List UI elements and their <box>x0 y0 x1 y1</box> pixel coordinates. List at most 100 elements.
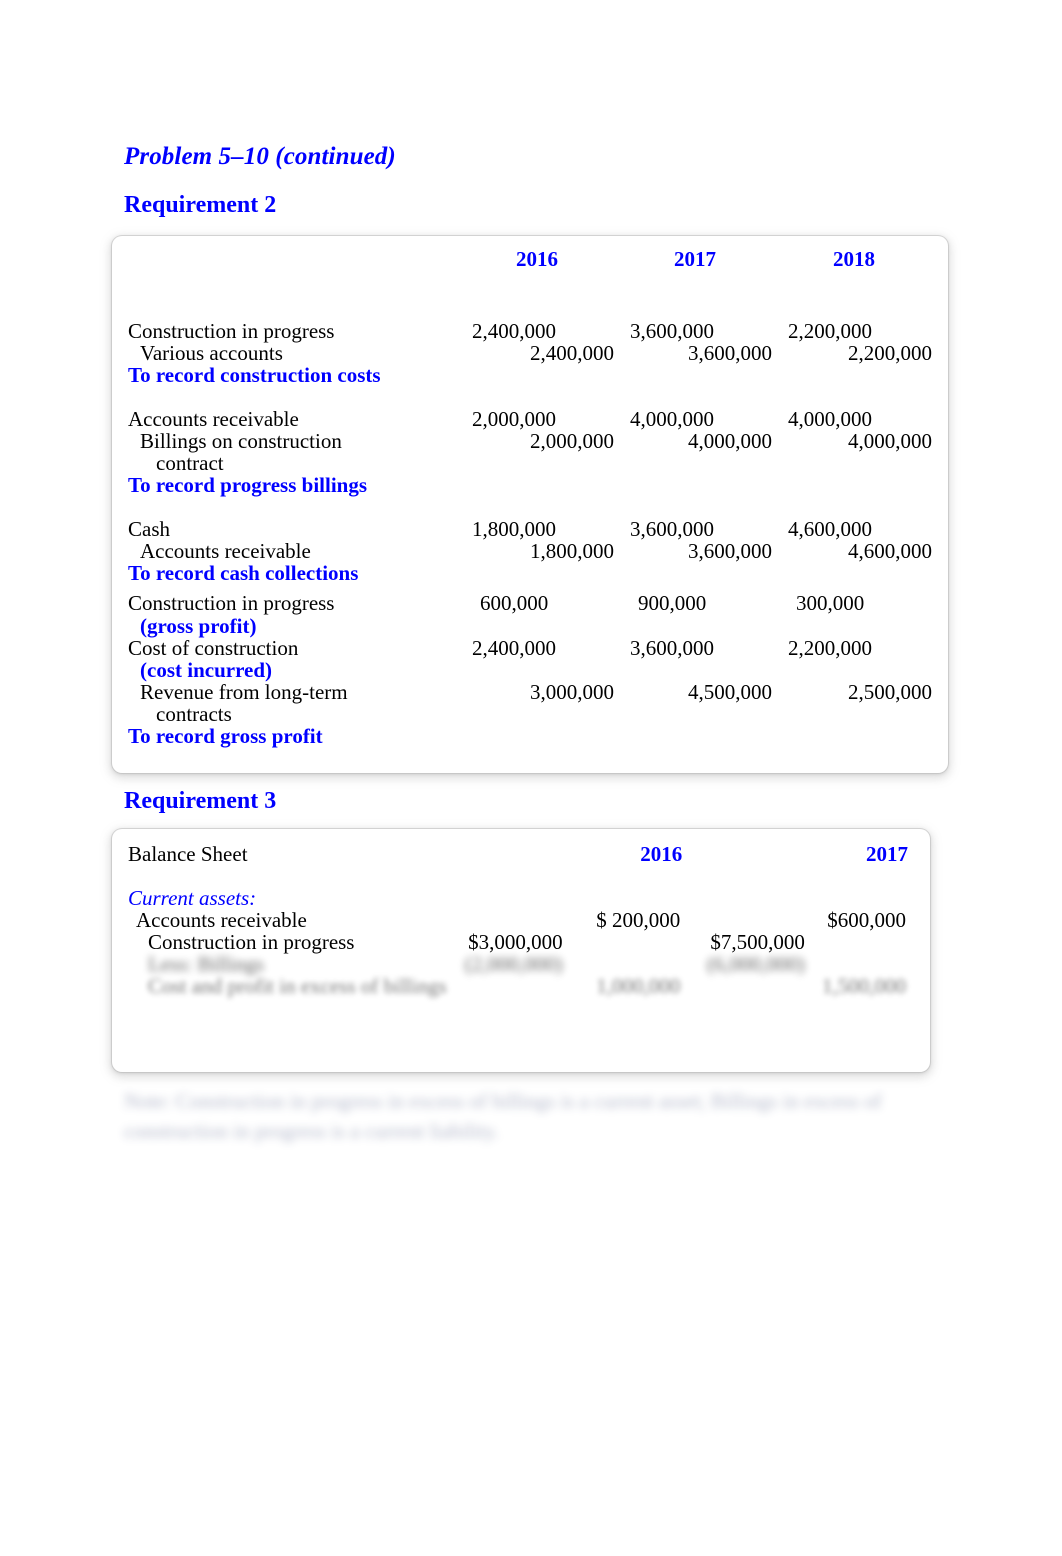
table-row: Cash 1,800,000 3,600,000 4,600,000 <box>126 518 934 540</box>
requirement-2-table-frame: 2016 2017 2018 Construction in progress … <box>112 236 948 773</box>
gp-debit2-amount-2016: 2,400,000 <box>472 635 556 660</box>
debit-account-label: Cash <box>128 517 170 542</box>
gp-credit-amount-2016: 3,000,000 <box>530 679 614 704</box>
spacer-row <box>126 298 934 320</box>
table-row: (cost incurred) <box>126 659 934 681</box>
debit-amount-2016: 1,800,000 <box>472 517 556 542</box>
bs-ar-2016-left <box>447 909 569 931</box>
entry-memo: To record progress billings <box>128 473 368 498</box>
gp-debit2-amount-2017: 3,600,000 <box>630 635 714 660</box>
debit-account-label: Accounts receivable <box>128 407 299 432</box>
table-header-row: Balance Sheet 2016 2017 <box>126 843 916 865</box>
table-row: Revenue from long-term 3,000,000 4,500,0… <box>126 681 934 703</box>
debit-amount-2016: 2,000,000 <box>472 407 556 432</box>
table-row: Various accounts 2,400,000 3,600,000 2,2… <box>126 342 934 364</box>
gp-credit-amount-2017: 4,500,000 <box>688 679 772 704</box>
gp-debit1-amount-2017: 900,000 <box>638 591 707 616</box>
journal-entries-table: 2016 2017 2018 Construction in progress … <box>126 248 934 747</box>
bs-excess-2016-right: 1,000,000 <box>596 974 681 999</box>
entry-memo: To record construction costs <box>128 363 381 388</box>
requirement-3-table-frame: Balance Sheet 2016 2017 Current assets: … <box>112 829 930 1072</box>
column-header-2016: 2016 <box>516 247 558 271</box>
bs-ar-2016-right: $ 200,000 <box>596 908 681 933</box>
table-row: contract <box>126 452 934 474</box>
bs-excess-2017-right: 1,500,000 <box>822 974 906 999</box>
problem-title: Problem 5–10 (continued) <box>124 143 396 170</box>
document-page: Problem 5–10 (continued) Requirement 2 2… <box>0 0 1062 1556</box>
gp-entry-memo: To record gross profit <box>128 723 323 748</box>
column-header-2016: 2016 <box>640 842 683 866</box>
header-blank-a <box>447 843 569 865</box>
bs-row-label-accounts-receivable: Accounts receivable <box>136 908 307 933</box>
bs-billings-2016-right <box>569 953 691 975</box>
credit-amount-2016: 2,400,000 <box>530 341 614 366</box>
table-row: Construction in progress 600,000 900,000… <box>126 592 934 614</box>
bs-cip-2017-left: $7,500,000 <box>710 930 805 955</box>
gp-debit1-amount-2018: 300,000 <box>796 591 865 616</box>
entry-memo: To record cash collections <box>128 561 359 586</box>
credit-amount-2018: 2,200,000 <box>848 341 932 366</box>
gp-credit-account-continued: contracts <box>156 701 232 726</box>
bs-billings-2017-right <box>811 953 916 975</box>
balance-sheet-title: Balance Sheet <box>128 842 248 866</box>
credit-account-label-continued: contract <box>156 451 224 476</box>
current-assets-label: Current assets: <box>128 886 257 911</box>
debit-amount-2016: 2,400,000 <box>472 319 556 343</box>
credit-amount-2017: 3,600,000 <box>688 341 772 366</box>
debit-amount-2017: 4,000,000 <box>630 407 714 432</box>
credit-amount-2017: 4,000,000 <box>688 429 772 454</box>
table-row: To record construction costs <box>126 364 934 386</box>
table-row-obscured: Cost and profit in excess of billings 1,… <box>126 975 916 997</box>
debit-amount-2017: 3,600,000 <box>630 319 714 343</box>
bs-row-label-construction-in-progress: Construction in progress <box>148 930 355 955</box>
table-row: To record gross profit <box>126 725 934 747</box>
header-blank <box>126 248 458 298</box>
table-row: To record cash collections <box>126 562 934 584</box>
balance-sheet-note: Note: Construction in progress in excess… <box>124 1089 882 1144</box>
gp-debit1-amount-2016: 600,000 <box>480 591 549 616</box>
gp-credit-account: Revenue from long-term <box>140 679 348 704</box>
gp-debit-sublabel-2: (cost incurred) <box>140 657 272 682</box>
table-row: (gross profit) <box>126 613 934 638</box>
credit-account-label: Billings on construction <box>140 429 342 454</box>
credit-amount-2017: 3,600,000 <box>688 539 772 564</box>
debit-amount-2018: 4,600,000 <box>788 517 872 542</box>
table-row: Cost of construction 2,400,000 3,600,000… <box>126 637 934 659</box>
debit-amount-2018: 2,200,000 <box>788 319 872 343</box>
spacer-row <box>126 386 934 408</box>
bs-billings-2016-left: (2,000,000) <box>464 952 563 977</box>
credit-amount-2016: 2,000,000 <box>530 429 614 454</box>
bs-cip-2016-right <box>569 931 691 953</box>
bs-cip-2017-right <box>811 931 916 953</box>
bs-row-label-less-billings: Less: Billings <box>148 952 265 977</box>
credit-account-label: Accounts receivable <box>140 539 311 564</box>
column-header-2018: 2018 <box>833 247 875 271</box>
bs-cip-2016-left: $3,000,000 <box>468 930 563 955</box>
bs-row-label-cost-profit-excess: Cost and profit in excess of billings <box>148 974 447 999</box>
table-row: Accounts receivable $ 200,000 $600,000 <box>126 909 916 931</box>
table-row: Current assets: <box>126 887 916 909</box>
requirement-2-heading: Requirement 2 <box>124 192 277 218</box>
gp-debit2-amount-2018: 2,200,000 <box>788 635 872 660</box>
gp-debit-account-2: Cost of construction <box>128 635 299 660</box>
table-row: To record progress billings <box>126 474 934 496</box>
credit-amount-2018: 4,000,000 <box>848 429 932 454</box>
column-header-2017: 2017 <box>674 247 716 271</box>
spacer-row <box>126 496 934 518</box>
spacer-row <box>126 865 916 887</box>
column-header-2017: 2017 <box>866 842 908 866</box>
credit-amount-2018: 4,600,000 <box>848 539 932 564</box>
table-header-row: 2016 2017 2018 <box>126 248 934 298</box>
table-row: contracts <box>126 703 934 725</box>
table-row: Accounts receivable 2,000,000 4,000,000 … <box>126 408 934 430</box>
debit-amount-2018: 4,000,000 <box>788 407 872 432</box>
header-blank-b <box>690 843 811 865</box>
balance-sheet-table: Balance Sheet 2016 2017 Current assets: … <box>126 843 916 997</box>
table-row: Billings on construction 2,000,000 4,000… <box>126 430 934 452</box>
table-row: Construction in progress 2,400,000 3,600… <box>126 320 934 342</box>
debit-account-label: Construction in progress <box>128 319 335 343</box>
requirement-3-heading: Requirement 3 <box>124 788 277 814</box>
gp-debit-sublabel-1: (gross profit) <box>140 613 257 638</box>
bs-ar-2017-left <box>690 909 811 931</box>
table-row: Accounts receivable 1,800,000 3,600,000 … <box>126 540 934 562</box>
